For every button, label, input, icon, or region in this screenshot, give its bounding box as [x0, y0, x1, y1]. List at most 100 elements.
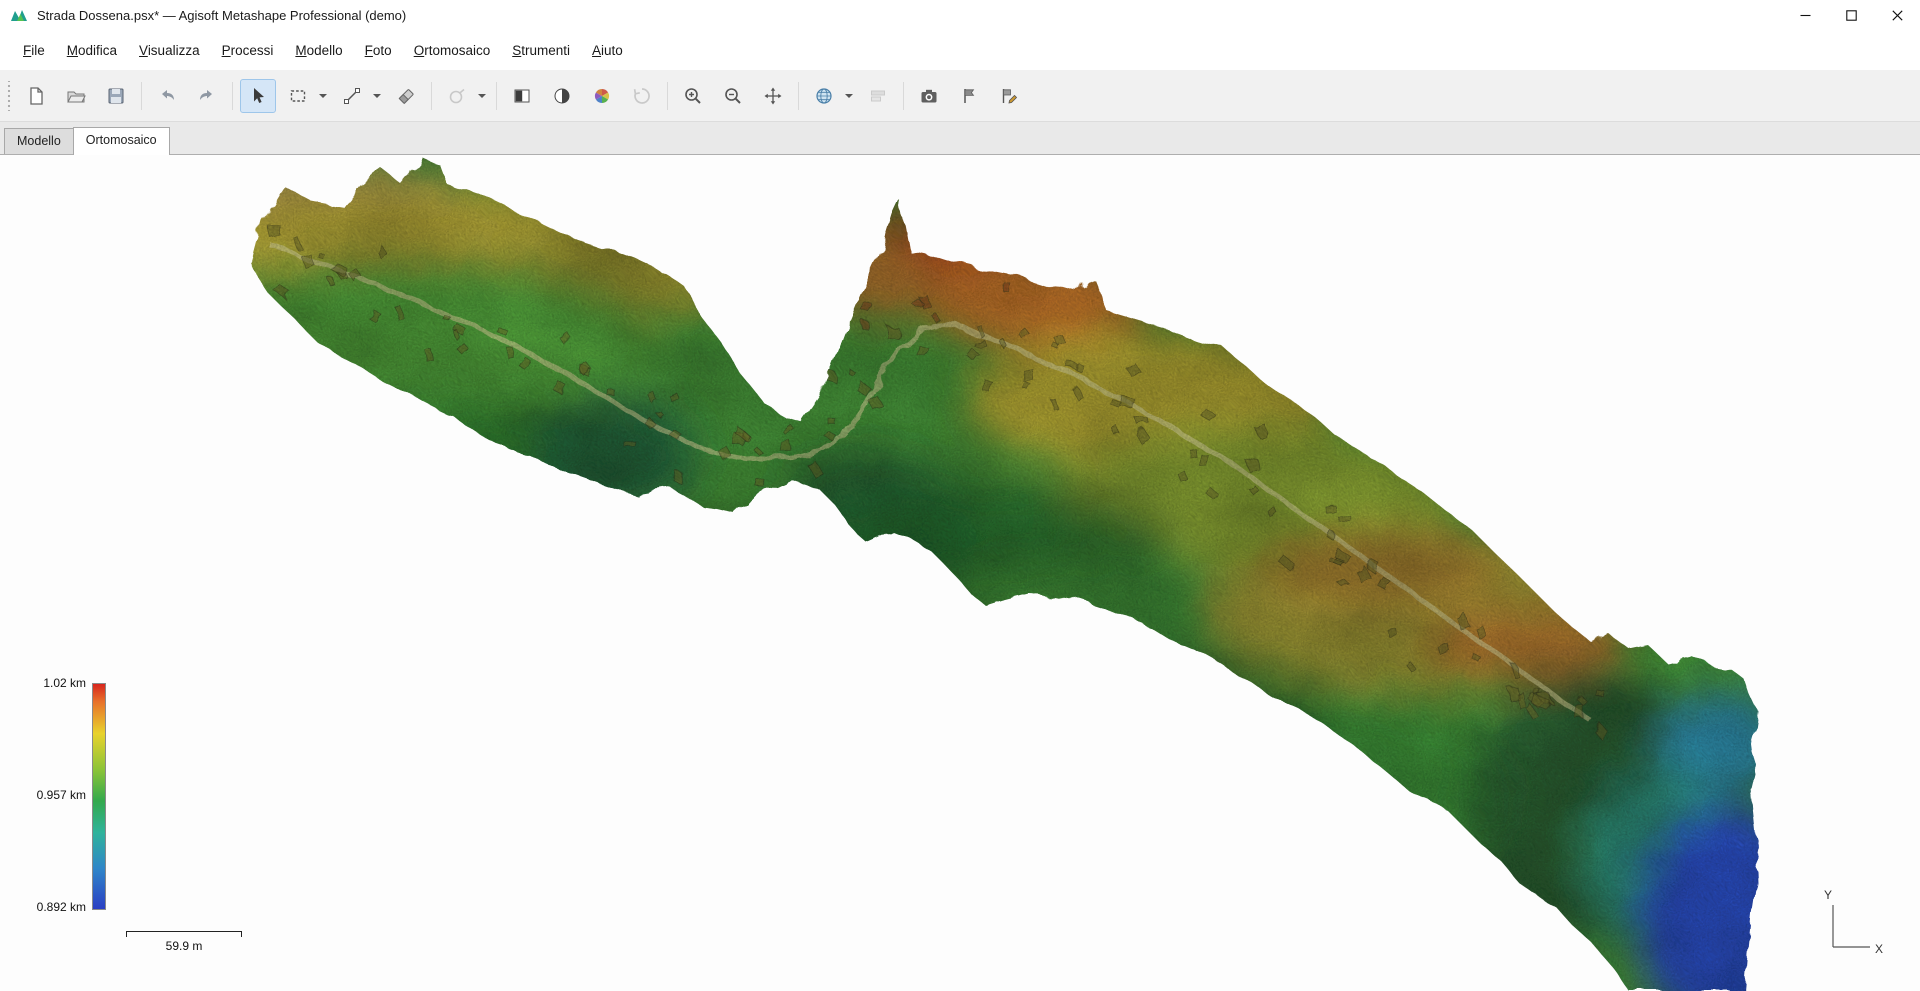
menu-item-ortomosaico[interactable]: Ortomosaico	[403, 37, 502, 64]
redo-button[interactable]	[189, 79, 225, 113]
globe-basemap-button[interactable]	[806, 79, 842, 113]
select-tool-button[interactable]	[240, 79, 276, 113]
palette-tool-button[interactable]	[584, 79, 620, 113]
main-toolbar	[0, 70, 1920, 122]
annotate-tool-button[interactable]	[991, 79, 1027, 113]
capture-screenshot-icon	[919, 86, 939, 106]
scale-bar-line	[126, 931, 242, 937]
rectangle-selection-button[interactable]	[280, 79, 316, 113]
toolbar-group	[439, 79, 489, 113]
flag-marker-button[interactable]	[951, 79, 987, 113]
dem-terrain-render[interactable]	[0, 155, 1920, 991]
menu-bar: File Modifica Visualizza Processi Modell…	[0, 31, 1920, 70]
eraser-tool-icon	[396, 86, 416, 106]
toolbar-group	[806, 79, 896, 113]
transform-tool-icon	[868, 86, 888, 106]
menu-item-visualizza[interactable]: Visualizza	[128, 37, 211, 64]
contrast-tool-icon	[552, 86, 572, 106]
legend-gradient-bar	[92, 683, 106, 910]
line-measure-icon	[342, 86, 362, 106]
menu-item-aiuto[interactable]: Aiuto	[581, 37, 634, 64]
contrast-tool-button[interactable]	[544, 79, 580, 113]
menu-item-strumenti[interactable]: Strumenti	[501, 37, 581, 64]
capture-screenshot-button[interactable]	[911, 79, 947, 113]
undo-button[interactable]	[149, 79, 185, 113]
toolbar-separator	[667, 82, 668, 110]
open-project-icon	[66, 86, 86, 106]
legend-max-label: 1.02 km	[30, 676, 86, 690]
rectangle-selection-icon	[288, 86, 308, 106]
app-logo-icon	[10, 7, 28, 25]
tab-modello[interactable]: Modello	[4, 128, 74, 154]
zoom-in-icon	[683, 86, 703, 106]
globe-basemap-dropdown-caret[interactable]	[845, 94, 853, 98]
window-controls	[1782, 0, 1920, 31]
attach-tool-icon	[447, 86, 467, 106]
palette-tool-icon	[592, 86, 612, 106]
toolbar-separator	[141, 82, 142, 110]
toolbar-group	[911, 79, 1027, 113]
scale-bar-label: 59.9 m	[126, 939, 242, 953]
toolbar-separator	[798, 82, 799, 110]
view-tab-bar: Modello Ortomosaico	[0, 122, 1920, 155]
elevation-legend: 1.02 km 0.957 km 0.892 km	[30, 675, 160, 925]
redo-icon	[197, 86, 217, 106]
scale-bar: 59.9 m	[126, 931, 242, 953]
brightness-levels-button[interactable]	[504, 79, 540, 113]
new-document-button[interactable]	[18, 79, 54, 113]
maximize-button[interactable]	[1828, 0, 1874, 31]
attach-tool-button[interactable]	[439, 79, 475, 113]
toolbar-separator	[903, 82, 904, 110]
legend-min-label: 0.892 km	[30, 900, 86, 914]
toolbar-drag-handle[interactable]	[6, 81, 12, 111]
globe-basemap-icon	[814, 86, 834, 106]
save-project-icon	[106, 86, 126, 106]
model-viewport: 1.02 km 0.957 km 0.892 km 59.9 m Y X	[0, 155, 1920, 991]
flag-marker-icon	[959, 86, 979, 106]
toolbar-separator	[431, 82, 432, 110]
menu-item-modifica[interactable]: Modifica	[56, 37, 128, 64]
attach-tool-dropdown-caret[interactable]	[478, 94, 486, 98]
zoom-out-button[interactable]	[715, 79, 751, 113]
menu-item-modello[interactable]: Modello	[284, 37, 353, 64]
undo-icon	[157, 86, 177, 106]
save-project-button[interactable]	[98, 79, 134, 113]
toolbar-group	[149, 79, 225, 113]
eraser-tool-button[interactable]	[388, 79, 424, 113]
close-button[interactable]	[1874, 0, 1920, 31]
minimize-icon	[1800, 10, 1811, 21]
toolbar-group	[240, 79, 424, 113]
zoom-out-icon	[723, 86, 743, 106]
y-axis-label: Y	[1824, 888, 1832, 902]
open-project-button[interactable]	[58, 79, 94, 113]
rectangle-selection-dropdown-caret[interactable]	[319, 94, 327, 98]
toolbar-separator	[496, 82, 497, 110]
menu-item-processi[interactable]: Processi	[211, 37, 285, 64]
line-measure-button[interactable]	[334, 79, 370, 113]
toolbar-separator	[232, 82, 233, 110]
select-tool-icon	[248, 86, 268, 106]
axis-indicator: Y X	[1790, 877, 1900, 972]
menu-item-foto[interactable]: Foto	[354, 37, 403, 64]
legend-mid-label: 0.957 km	[30, 788, 86, 802]
rotate-view-icon	[632, 86, 652, 106]
window-title: Strada Dossena.psx* — Agisoft Metashape …	[37, 8, 406, 23]
line-measure-dropdown-caret[interactable]	[373, 94, 381, 98]
transform-tool-button[interactable]	[860, 79, 896, 113]
toolbar-group	[675, 79, 791, 113]
rotate-view-button[interactable]	[624, 79, 660, 113]
maximize-icon	[1846, 10, 1857, 21]
fit-view-icon	[763, 86, 783, 106]
title-bar: Strada Dossena.psx* — Agisoft Metashape …	[0, 0, 1920, 31]
close-icon	[1892, 10, 1903, 21]
minimize-button[interactable]	[1782, 0, 1828, 31]
brightness-levels-icon	[512, 86, 532, 106]
new-document-icon	[26, 86, 46, 106]
toolbar-group	[18, 79, 134, 113]
zoom-in-button[interactable]	[675, 79, 711, 113]
annotate-tool-icon	[999, 86, 1019, 106]
fit-view-button[interactable]	[755, 79, 791, 113]
tab-ortomosaico[interactable]: Ortomosaico	[73, 127, 170, 155]
menu-item-file[interactable]: File	[12, 37, 56, 64]
toolbar-group	[504, 79, 660, 113]
